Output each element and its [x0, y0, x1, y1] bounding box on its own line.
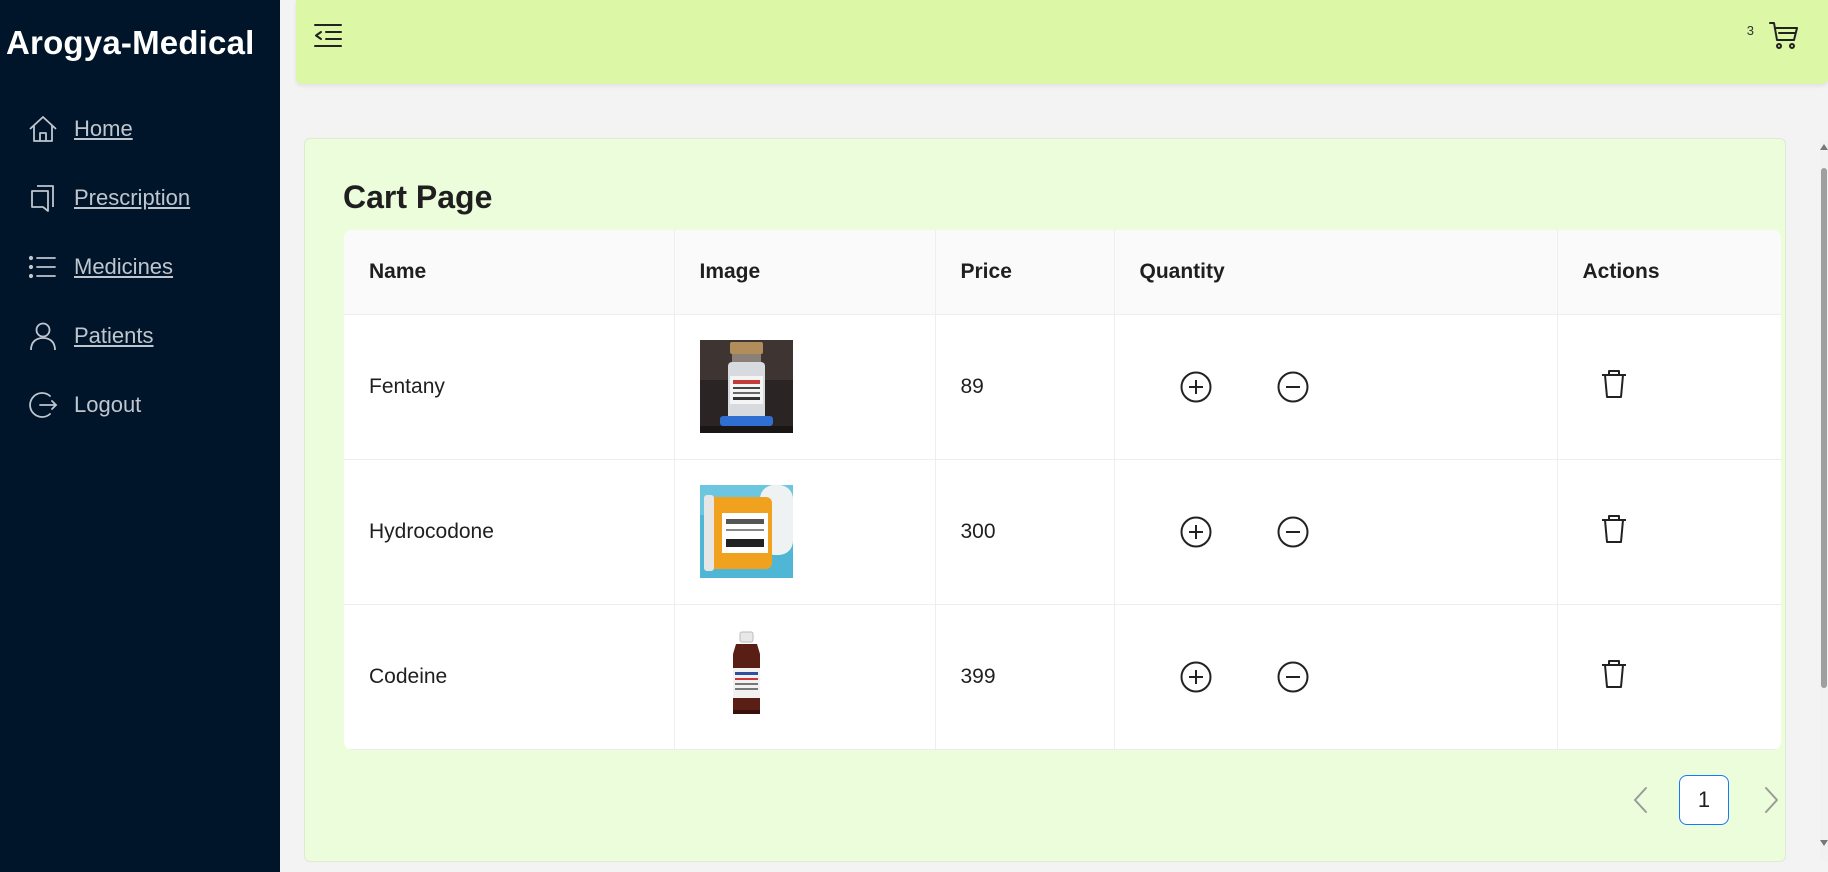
cell-actions	[1557, 604, 1781, 750]
column-header-quantity: Quantity	[1114, 230, 1558, 315]
minus-circle-icon[interactable]	[1276, 515, 1310, 549]
chevron-left-icon[interactable]	[1625, 784, 1657, 816]
cell-actions	[1557, 314, 1781, 460]
cell-name: Hydrocodone	[344, 459, 675, 605]
table-row: Fentany 89	[344, 314, 1781, 460]
cell-price: 300	[935, 459, 1115, 605]
minus-circle-icon[interactable]	[1276, 370, 1310, 404]
sidebar-item-logout[interactable]: Logout	[0, 370, 280, 439]
chevron-right-icon[interactable]	[1755, 784, 1787, 816]
logout-icon	[29, 391, 58, 418]
menu-fold-icon[interactable]	[312, 20, 344, 52]
sidebar-item-label: Home	[74, 115, 133, 141]
vial-image	[699, 340, 793, 433]
delete-icon[interactable]	[1598, 368, 1630, 400]
cell-name: Fentany	[344, 314, 675, 460]
plus-circle-icon[interactable]	[1179, 370, 1213, 404]
sidebar-item-label: Patients	[74, 322, 154, 348]
prescription-icon	[31, 184, 54, 212]
cell-quantity	[1114, 314, 1558, 460]
pagination: 1	[1625, 775, 1787, 825]
sidebar-item-prescription[interactable]: Prescription	[0, 163, 280, 232]
column-header-name: Name	[344, 230, 675, 315]
delete-icon[interactable]	[1598, 658, 1630, 690]
cell-quantity	[1114, 604, 1558, 750]
plus-circle-icon[interactable]	[1179, 515, 1213, 549]
plus-circle-icon[interactable]	[1179, 660, 1213, 694]
table-row: Hydrocodone 300	[344, 459, 1781, 605]
syrup-bottle-image	[699, 630, 793, 723]
sidebar-item-patients[interactable]: Patients	[0, 301, 280, 370]
page-title: Cart Page	[343, 179, 493, 215]
cell-quantity	[1114, 459, 1558, 605]
page-number-current[interactable]: 1	[1679, 775, 1729, 825]
cell-name: Codeine	[344, 604, 675, 750]
cart-card: Cart Page Name Image Price Quantity Acti…	[304, 138, 1786, 862]
user-icon	[30, 322, 56, 350]
scroll-down-arrow[interactable]	[1820, 840, 1828, 846]
delete-icon[interactable]	[1598, 513, 1630, 545]
pill-bottle-image	[699, 485, 793, 578]
cart-count-badge: 3	[1746, 23, 1754, 38]
table-header-row: Name Image Price Quantity Actions	[344, 230, 1781, 315]
minus-circle-icon[interactable]	[1276, 660, 1310, 694]
column-header-actions: Actions	[1557, 230, 1781, 315]
table-row: Codeine 399	[344, 604, 1781, 750]
cell-image	[674, 604, 936, 750]
sidebar-nav: Home Prescription Medicines Patients Log…	[0, 94, 280, 439]
top-header: 3	[296, 0, 1828, 84]
scrollbar-thumb[interactable]	[1821, 168, 1827, 688]
column-header-price: Price	[935, 230, 1115, 315]
cell-price: 89	[935, 314, 1115, 460]
sidebar: Arogya-Medical Home Prescription Medicin…	[0, 0, 280, 872]
sidebar-item-home[interactable]: Home	[0, 94, 280, 163]
sidebar-item-label: Medicines	[74, 253, 174, 279]
cart-table: Name Image Price Quantity Actions Fentan…	[344, 230, 1781, 750]
cell-image	[674, 314, 936, 460]
list-icon	[28, 255, 56, 278]
sidebar-item-label: Prescription	[74, 184, 191, 210]
sidebar-item-medicines[interactable]: Medicines	[0, 232, 280, 301]
cell-price: 399	[935, 604, 1115, 750]
column-header-image: Image	[674, 230, 936, 315]
cart-icon[interactable]	[1768, 19, 1800, 51]
home-icon	[29, 115, 57, 142]
brand-title: Arogya-Medical	[6, 24, 255, 61]
scroll-up-arrow[interactable]	[1820, 144, 1828, 150]
cell-actions	[1557, 459, 1781, 605]
sidebar-item-label: Logout	[74, 391, 142, 417]
cell-image	[674, 459, 936, 605]
